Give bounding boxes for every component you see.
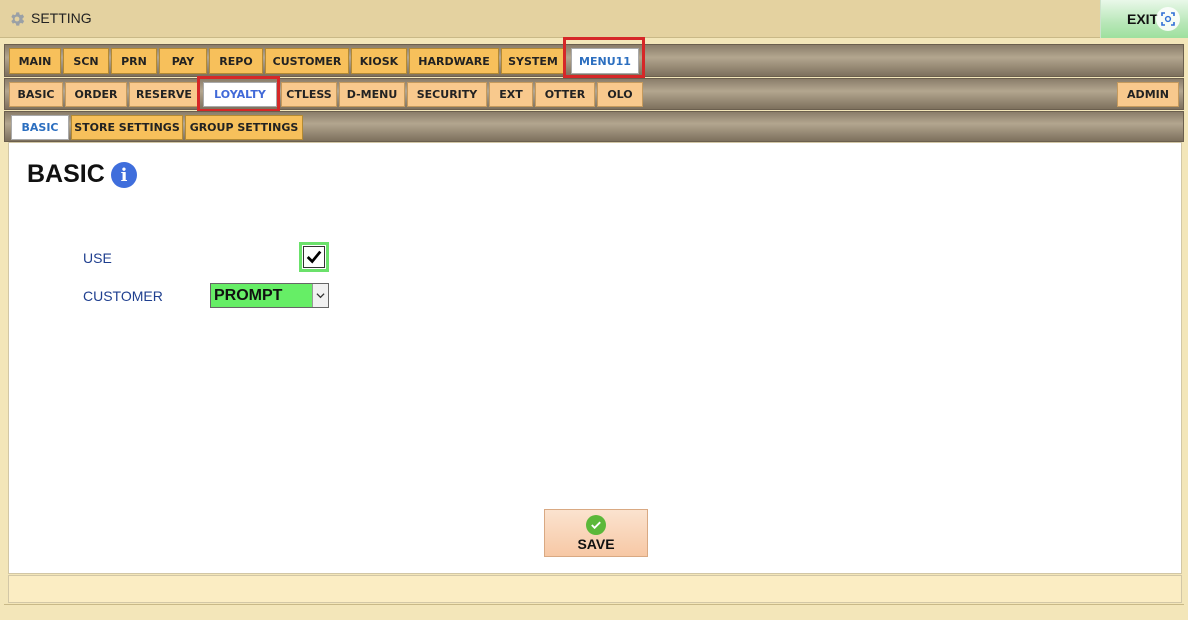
- title-bar: SETTING EXIT: [0, 0, 1188, 38]
- info-icon[interactable]: i: [111, 162, 137, 188]
- check-circle-icon: [586, 514, 606, 535]
- subtab-admin[interactable]: ADMIN: [1117, 82, 1179, 107]
- tab-scn[interactable]: SCN: [63, 48, 109, 74]
- subtab-otter[interactable]: OTTER: [535, 82, 595, 107]
- footer-strip: [8, 575, 1182, 603]
- window-title: SETTING: [31, 10, 92, 26]
- section-tab-store-settings[interactable]: STORE SETTINGS: [71, 115, 183, 140]
- tab-pay[interactable]: PAY: [159, 48, 207, 74]
- tab-menu11[interactable]: MENU11: [571, 48, 639, 74]
- main-tab-bar: MAIN SCN PRN PAY REPO CUSTOMER KIOSK HAR…: [4, 44, 1184, 77]
- section-tab-bar: BASIC STORE SETTINGS GROUP SETTINGS: [4, 111, 1184, 142]
- customer-label: CUSTOMER: [83, 288, 163, 304]
- subtab-ext[interactable]: EXT: [489, 82, 533, 107]
- use-label: USE: [83, 250, 112, 266]
- subtab-reserve[interactable]: RESERVE: [129, 82, 199, 107]
- save-button[interactable]: SAVE: [544, 509, 648, 557]
- content-panel: BASIC i USE CUSTOMER PROMPT SAVE: [8, 142, 1182, 574]
- gear-icon: [11, 12, 25, 26]
- checkmark-icon: [303, 246, 325, 268]
- customer-select-value: PROMPT: [214, 287, 283, 304]
- subtab-d-menu[interactable]: D-MENU: [339, 82, 405, 107]
- tab-main[interactable]: MAIN: [9, 48, 61, 74]
- subtab-basic[interactable]: BASIC: [9, 82, 63, 107]
- chevron-down-icon[interactable]: [312, 284, 328, 307]
- subtab-olo[interactable]: OLO: [597, 82, 643, 107]
- subtab-order[interactable]: ORDER: [65, 82, 127, 107]
- subtab-ctless[interactable]: CTLESS: [281, 82, 337, 107]
- tab-hardware[interactable]: HARDWARE: [409, 48, 499, 74]
- section-tab-group-settings[interactable]: GROUP SETTINGS: [185, 115, 303, 140]
- section-tab-basic[interactable]: BASIC: [11, 115, 69, 140]
- customer-select[interactable]: PROMPT: [210, 283, 329, 308]
- sub-tab-bar: BASIC ORDER RESERVE LOYALTY CTLESS D-MEN…: [4, 78, 1184, 110]
- subtab-security[interactable]: SECURITY: [407, 82, 487, 107]
- tab-repo[interactable]: REPO: [209, 48, 263, 74]
- subtab-loyalty[interactable]: LOYALTY: [203, 82, 277, 107]
- page-title: BASIC: [27, 160, 105, 188]
- screenshot-scan-icon[interactable]: [1156, 7, 1180, 31]
- use-checkbox[interactable]: [299, 242, 329, 272]
- save-label: SAVE: [577, 535, 615, 552]
- exit-label: EXIT: [1127, 11, 1159, 27]
- tab-customer[interactable]: CUSTOMER: [265, 48, 349, 74]
- tab-system[interactable]: SYSTEM: [501, 48, 565, 74]
- tab-prn[interactable]: PRN: [111, 48, 157, 74]
- footer-line: [4, 604, 1184, 620]
- tab-kiosk[interactable]: KIOSK: [351, 48, 407, 74]
- exit-button[interactable]: EXIT: [1100, 0, 1188, 38]
